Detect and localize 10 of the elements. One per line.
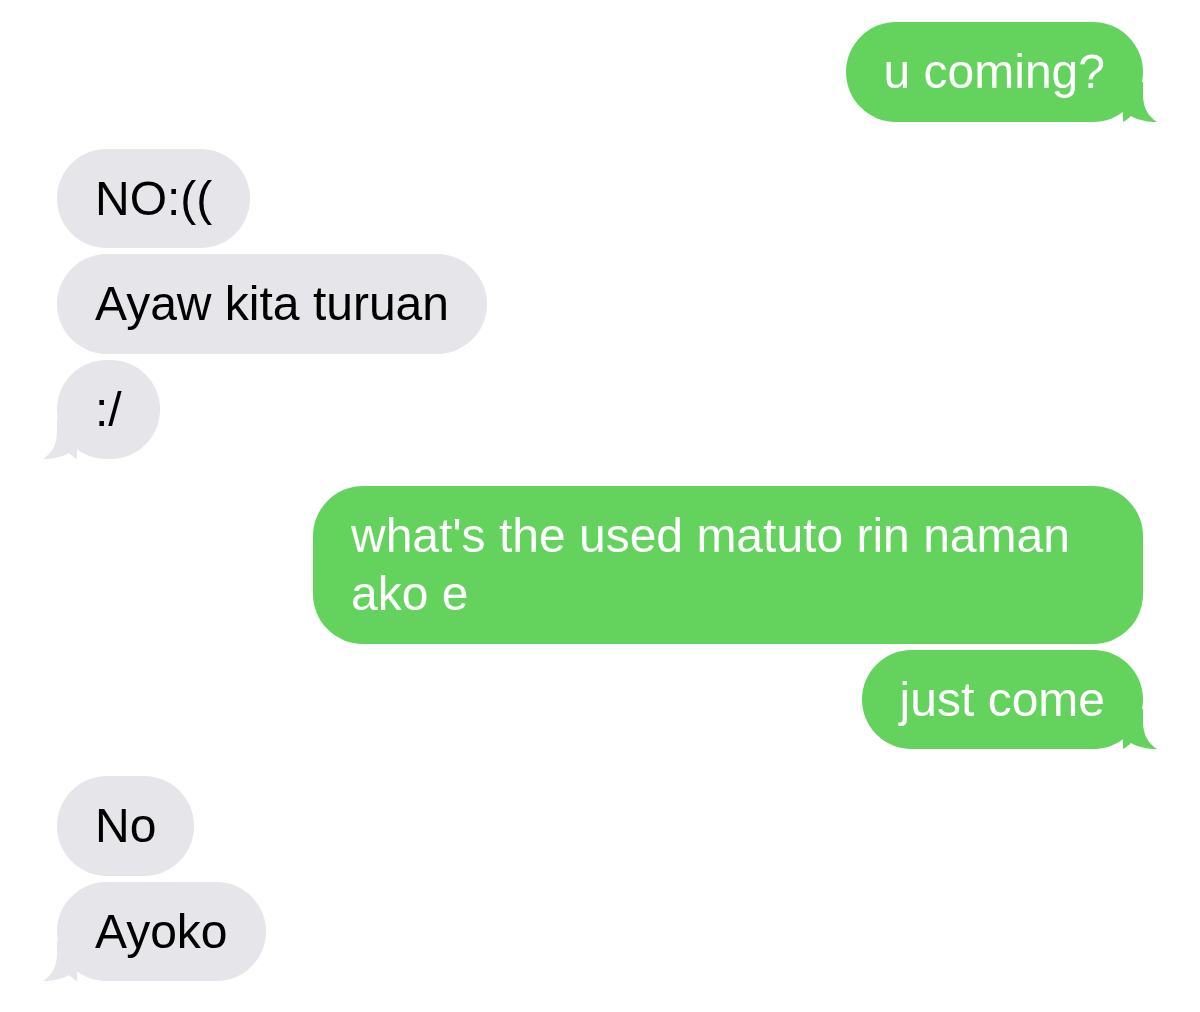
received-message: Ayoko [57, 881, 266, 982]
received-message: :/ [57, 359, 160, 460]
bubble-tail-icon [1123, 709, 1157, 750]
received-message: No [57, 776, 195, 876]
sent-message: just come [861, 649, 1143, 750]
received-message: NO:(( [57, 148, 251, 249]
bubble-tail-icon [1123, 81, 1157, 122]
sent-message: u coming? [845, 22, 1143, 122]
received-message: Ayaw kita turuan [57, 254, 487, 354]
sent-message: what's the used matuto rin naman ako e [313, 486, 1143, 644]
